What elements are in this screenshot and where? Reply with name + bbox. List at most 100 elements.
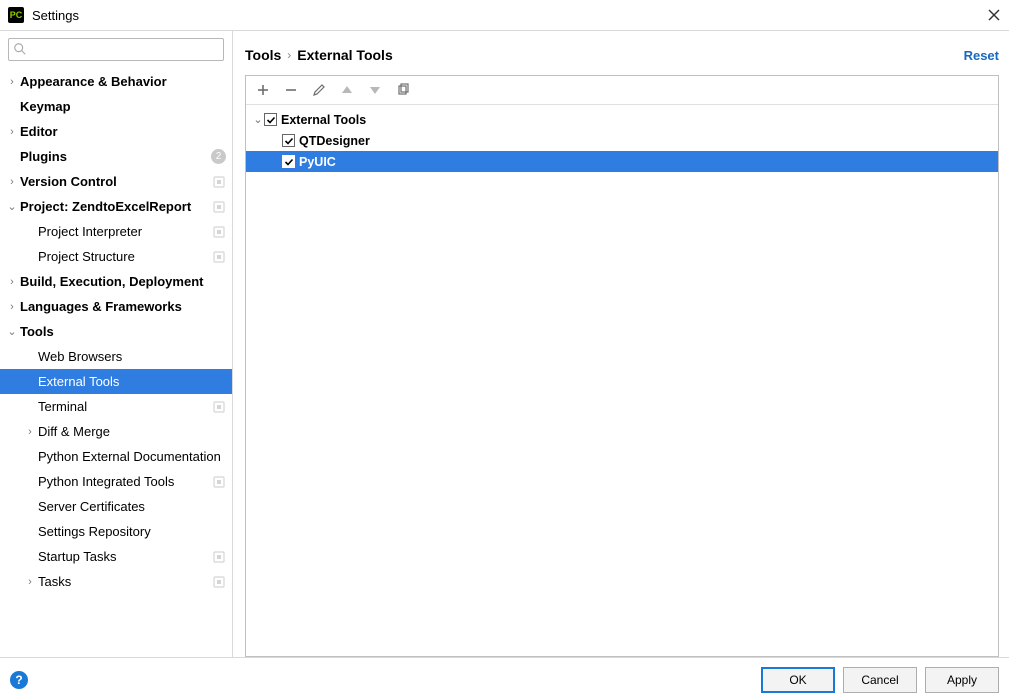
- sidebar-item[interactable]: ›Version Control: [0, 169, 232, 194]
- checkbox[interactable]: [282, 155, 295, 168]
- help-button[interactable]: ?: [10, 671, 28, 689]
- sidebar-item-label: Build, Execution, Deployment: [20, 274, 226, 289]
- sidebar-item-label: Startup Tasks: [38, 549, 208, 564]
- move-up-button[interactable]: [338, 81, 356, 99]
- tool-name-label: QTDesigner: [299, 134, 370, 148]
- expand-arrow-icon: ›: [6, 276, 18, 288]
- move-down-button[interactable]: [366, 81, 384, 99]
- expand-arrow-icon: ›: [6, 126, 18, 138]
- sidebar-item-label: Web Browsers: [38, 349, 226, 364]
- expand-arrow-icon: ›: [24, 576, 36, 588]
- remove-button[interactable]: [282, 81, 300, 99]
- sidebar-item[interactable]: Web Browsers: [0, 344, 232, 369]
- expand-arrow-icon: ⌄: [6, 200, 18, 213]
- sidebar-item[interactable]: ›Tasks: [0, 569, 232, 594]
- sidebar-item[interactable]: Project Structure: [0, 244, 232, 269]
- sidebar-item[interactable]: Keymap: [0, 94, 232, 119]
- sidebar-item[interactable]: Python External Documentation: [0, 444, 232, 469]
- sidebar-item-label: Editor: [20, 124, 226, 139]
- window-title: Settings: [32, 8, 79, 23]
- triangle-up-icon: [340, 83, 354, 97]
- apply-button[interactable]: Apply: [925, 667, 999, 693]
- chevron-right-icon: ›: [287, 48, 291, 62]
- project-scope-icon: [212, 175, 226, 189]
- sidebar-item-label: Python Integrated Tools: [38, 474, 208, 489]
- search-icon: [13, 42, 27, 56]
- sidebar-item-label: Server Certificates: [38, 499, 226, 514]
- footer: ? OK Cancel Apply: [0, 657, 1009, 700]
- project-scope-icon: [212, 200, 226, 214]
- tool-name-label: External Tools: [281, 113, 366, 127]
- project-scope-icon: [212, 575, 226, 589]
- tool-tree-row[interactable]: QTDesigner: [246, 130, 998, 151]
- sidebar: ›Appearance & BehaviorKeymap›EditorPlugi…: [0, 31, 233, 657]
- update-badge: 2: [211, 149, 226, 164]
- sidebar-item-label: Settings Repository: [38, 524, 226, 539]
- settings-tree: ›Appearance & BehaviorKeymap›EditorPlugi…: [0, 65, 232, 657]
- sidebar-item-label: Terminal: [38, 399, 208, 414]
- sidebar-item-label: Keymap: [20, 99, 226, 114]
- sidebar-item-label: Version Control: [20, 174, 208, 189]
- tool-name-label: PyUIC: [299, 155, 336, 169]
- breadcrumb-part: External Tools: [297, 47, 392, 63]
- add-button[interactable]: [254, 81, 272, 99]
- project-scope-icon: [212, 475, 226, 489]
- sidebar-item[interactable]: Settings Repository: [0, 519, 232, 544]
- sidebar-item-label: Python External Documentation: [38, 449, 226, 464]
- sidebar-item-label: Tasks: [38, 574, 208, 589]
- sidebar-item-label: Plugins: [20, 149, 207, 164]
- main-panel: Tools › External Tools Reset ⌄ External T…: [233, 31, 1009, 657]
- sidebar-item[interactable]: Project Interpreter: [0, 219, 232, 244]
- tool-tree-row[interactable]: ⌄ External Tools: [246, 109, 998, 130]
- sidebar-item[interactable]: ›Appearance & Behavior: [0, 69, 232, 94]
- pencil-icon: [312, 83, 326, 97]
- sidebar-item[interactable]: ⌄Project: ZendtoExcelReport: [0, 194, 232, 219]
- edit-button[interactable]: [310, 81, 328, 99]
- toolbar: [246, 76, 998, 105]
- plus-icon: [256, 83, 270, 97]
- expand-arrow-icon: ⌄: [6, 325, 18, 338]
- reset-link[interactable]: Reset: [964, 48, 999, 63]
- project-scope-icon: [212, 550, 226, 564]
- sidebar-item[interactable]: ›Build, Execution, Deployment: [0, 269, 232, 294]
- sidebar-item[interactable]: ⌄Tools: [0, 319, 232, 344]
- checkbox[interactable]: [282, 134, 295, 147]
- ok-button[interactable]: OK: [761, 667, 835, 693]
- sidebar-item[interactable]: External Tools: [0, 369, 232, 394]
- expand-arrow-icon: ›: [6, 176, 18, 188]
- sidebar-item[interactable]: ›Editor: [0, 119, 232, 144]
- sidebar-item[interactable]: ›Diff & Merge: [0, 419, 232, 444]
- title-bar: PC Settings: [0, 0, 1009, 31]
- sidebar-item-label: Languages & Frameworks: [20, 299, 226, 314]
- expand-arrow-icon: ›: [24, 426, 36, 438]
- sidebar-item-label: Tools: [20, 324, 226, 339]
- triangle-down-icon: [368, 83, 382, 97]
- tool-tree-row[interactable]: PyUIC: [246, 151, 998, 172]
- sidebar-item[interactable]: ›Languages & Frameworks: [0, 294, 232, 319]
- expand-arrow-icon: ›: [6, 76, 18, 88]
- sidebar-item-label: External Tools: [38, 374, 226, 389]
- sidebar-item-label: Diff & Merge: [38, 424, 226, 439]
- close-icon: [987, 8, 1001, 22]
- cancel-button[interactable]: Cancel: [843, 667, 917, 693]
- project-scope-icon: [212, 225, 226, 239]
- sidebar-item[interactable]: Python Integrated Tools: [0, 469, 232, 494]
- copy-icon: [396, 83, 410, 97]
- sidebar-item[interactable]: Plugins 2: [0, 144, 232, 169]
- expand-arrow-icon: ›: [6, 301, 18, 313]
- tools-tree: ⌄ External Tools QTDesigner PyUIC: [246, 105, 998, 656]
- sidebar-item[interactable]: Server Certificates: [0, 494, 232, 519]
- expand-arrow-icon: ⌄: [252, 113, 264, 126]
- project-scope-icon: [212, 250, 226, 264]
- close-button[interactable]: [987, 8, 1001, 22]
- sidebar-item[interactable]: Startup Tasks: [0, 544, 232, 569]
- breadcrumb-part: Tools: [245, 47, 281, 63]
- sidebar-item[interactable]: Terminal: [0, 394, 232, 419]
- breadcrumb: Tools › External Tools: [245, 47, 393, 63]
- sidebar-item-label: Project Structure: [38, 249, 208, 264]
- sidebar-item-label: Project Interpreter: [38, 224, 208, 239]
- checkbox[interactable]: [264, 113, 277, 126]
- copy-button[interactable]: [394, 81, 412, 99]
- search-input[interactable]: [8, 38, 224, 61]
- app-icon: PC: [8, 7, 24, 23]
